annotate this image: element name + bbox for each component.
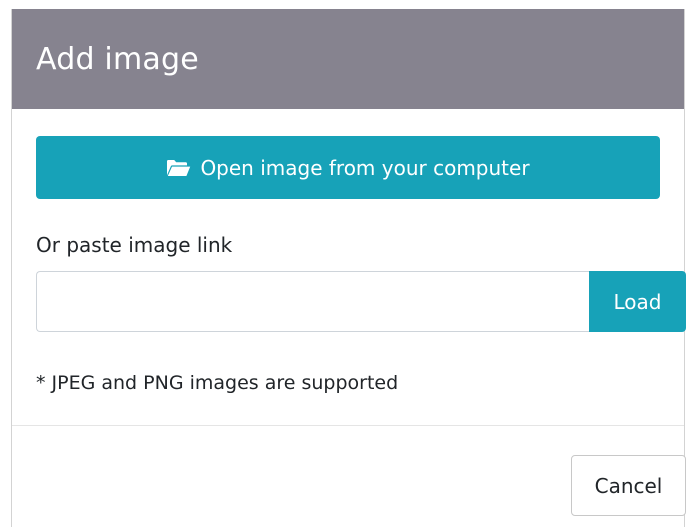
open-image-button-label: Open image from your computer <box>200 155 530 180</box>
paste-link-label: Or paste image link <box>36 233 233 257</box>
folder-open-icon <box>166 159 191 177</box>
open-image-from-computer-button[interactable]: Open image from your computer <box>36 136 660 199</box>
load-button[interactable]: Load <box>589 271 686 332</box>
add-image-dialog: Add image Open image from your computer … <box>11 9 686 527</box>
dialog-title: Add image <box>36 41 199 77</box>
dialog-header: Add image <box>12 9 684 109</box>
supported-formats-note: * JPEG and PNG images are supported <box>36 372 399 394</box>
footer-divider <box>12 425 684 426</box>
image-link-input[interactable] <box>36 271 589 332</box>
image-link-input-group: Load <box>36 271 686 332</box>
cancel-button[interactable]: Cancel <box>571 455 686 516</box>
